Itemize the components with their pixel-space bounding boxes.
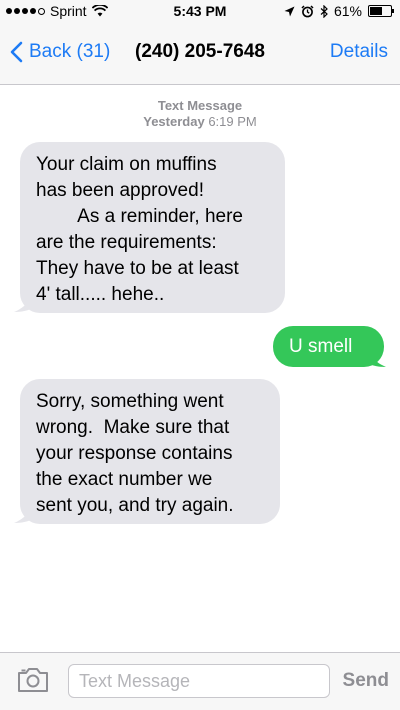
- back-chevron-icon: [10, 41, 23, 63]
- message-line: U smell: [289, 336, 353, 357]
- outgoing-message-bubble[interactable]: U smell: [273, 326, 384, 367]
- bluetooth-icon: [320, 4, 328, 18]
- message-text-input[interactable]: [68, 664, 330, 698]
- thread-header: Text Message Yesterday 6:19 PM: [0, 98, 400, 130]
- message-line: sent you, and try again.: [36, 495, 234, 516]
- message-line: the exact number we: [36, 469, 213, 490]
- message-timestamp: Yesterday 6:19 PM: [0, 114, 400, 130]
- timestamp-time: 6:19 PM: [208, 114, 257, 129]
- carrier-name: Sprint: [50, 3, 87, 19]
- details-button[interactable]: Details: [330, 41, 388, 63]
- back-button-label: Back (31): [29, 41, 111, 62]
- wifi-icon: [91, 5, 108, 17]
- message-line: Your claim on muffins: [36, 154, 217, 175]
- alarm-icon: [301, 4, 314, 17]
- message-line: Sorry, something went: [36, 391, 224, 412]
- incoming-message-bubble[interactable]: Sorry, something went wrong. Make sure t…: [20, 379, 280, 524]
- status-right: 61%: [284, 3, 400, 19]
- send-button[interactable]: Send: [343, 670, 389, 692]
- message-line: As a reminder, here: [36, 206, 243, 227]
- incoming-message-bubble[interactable]: Your claim on muffins has been approved!…: [20, 142, 285, 313]
- battery-percent: 61%: [333, 3, 362, 19]
- status-left: Sprint: [0, 3, 108, 19]
- message-type-label: Text Message: [157, 98, 243, 113]
- back-button[interactable]: Back (31): [10, 41, 110, 63]
- nav-bar: Back (31) (240) 205-7648 Details: [0, 22, 400, 85]
- location-arrow-icon: [284, 6, 295, 16]
- timestamp-day: Yesterday: [143, 114, 205, 129]
- message-line: They have to be at least: [36, 258, 239, 279]
- camera-button[interactable]: [16, 667, 50, 698]
- message-line: are the requirements:: [36, 232, 217, 253]
- message-line: 4' tall..... hehe..: [36, 284, 165, 305]
- battery-icon: [368, 5, 394, 17]
- signal-strength-icon: [6, 7, 45, 15]
- message-line: your response contains: [36, 443, 233, 464]
- message-line: wrong. Make sure that: [36, 417, 230, 438]
- compose-bar: Send: [0, 652, 400, 710]
- message-line: has been approved!: [36, 180, 204, 201]
- camera-icon: [18, 668, 48, 692]
- status-bar: Sprint 5:43 PM 61%: [0, 0, 400, 22]
- battery-level-fill: [370, 7, 383, 15]
